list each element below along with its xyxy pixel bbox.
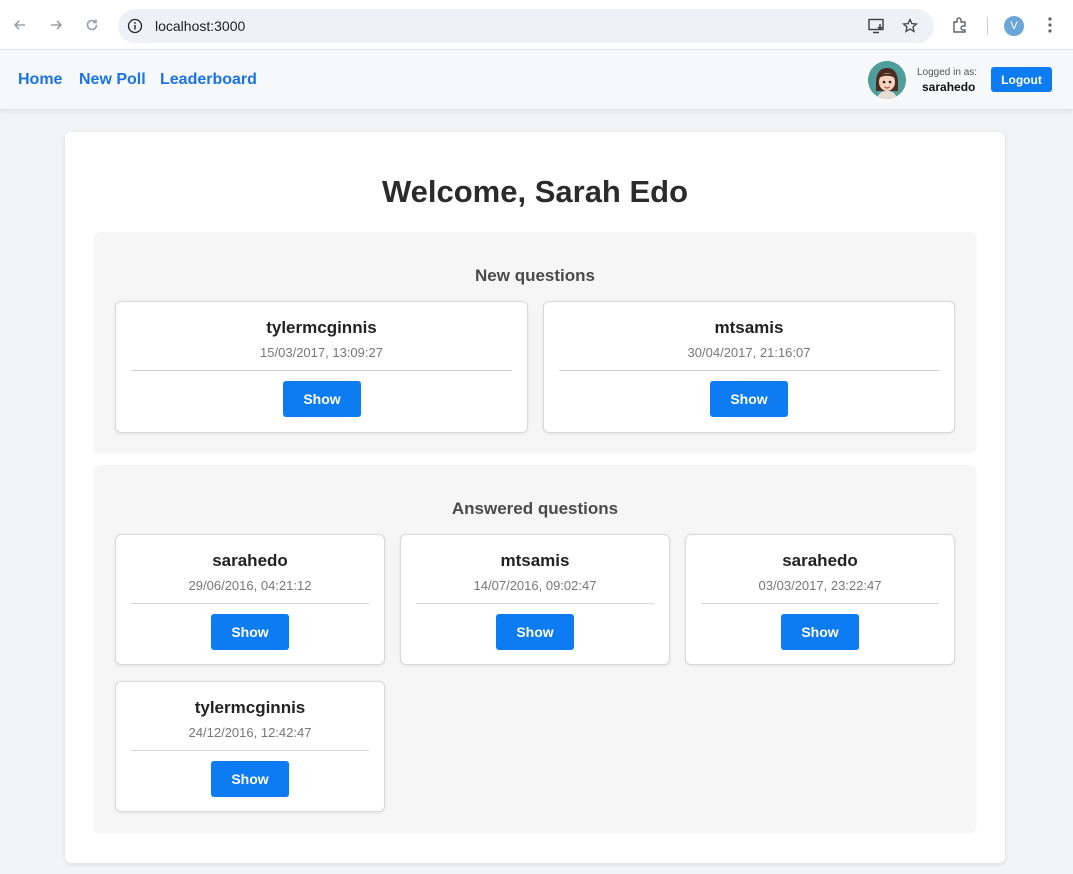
question-author: tylermcginnis bbox=[194, 698, 306, 717]
card-divider bbox=[131, 750, 369, 751]
card-divider bbox=[131, 370, 512, 371]
question-card: tylermcginnis 24/12/2016, 12:42:47 Show bbox=[115, 681, 385, 812]
show-question-button[interactable]: Show bbox=[211, 761, 289, 797]
question-card: tylermcginnis 15/03/2017, 13:09:27 Show bbox=[115, 301, 528, 433]
show-question-button[interactable]: Show bbox=[211, 614, 289, 650]
answered-questions-title: Answered questions bbox=[451, 499, 619, 518]
show-question-button[interactable]: Show bbox=[710, 381, 788, 417]
dashboard-card: Welcome, Sarah Edo New questions tylermc… bbox=[65, 132, 1005, 863]
question-author: mtsamis bbox=[714, 318, 784, 337]
card-divider bbox=[131, 603, 369, 604]
profile-avatar-icon[interactable]: V bbox=[1004, 16, 1024, 36]
new-questions-title: New questions bbox=[475, 266, 595, 285]
question-date: 30/04/2017, 21:16:07 bbox=[687, 345, 811, 360]
user-avatar bbox=[868, 61, 906, 99]
logged-in-label: Logged in as: bbox=[917, 67, 978, 78]
card-divider bbox=[701, 603, 939, 604]
card-divider bbox=[559, 370, 939, 371]
question-author: mtsamis bbox=[500, 551, 570, 570]
nav-new-poll-link[interactable]: New Poll bbox=[79, 71, 146, 89]
back-icon[interactable] bbox=[9, 14, 31, 36]
forward-icon[interactable] bbox=[45, 14, 67, 36]
question-date: 24/12/2016, 12:42:47 bbox=[188, 725, 312, 740]
browser-menu-icon[interactable] bbox=[1040, 15, 1060, 35]
extensions-icon[interactable] bbox=[950, 15, 970, 35]
question-date: 29/06/2016, 04:21:12 bbox=[188, 578, 312, 593]
answered-questions-section: Answered questions sarahedo 29/06/2016, … bbox=[94, 465, 976, 832]
new-questions-section: New questions tylermcginnis 15/03/2017, … bbox=[94, 232, 976, 452]
reload-icon[interactable] bbox=[81, 14, 103, 36]
question-author: tylermcginnis bbox=[266, 318, 377, 337]
bookmark-star-icon[interactable] bbox=[900, 17, 920, 35]
page-title: Welcome, Sarah Edo bbox=[381, 174, 689, 209]
show-question-button[interactable]: Show bbox=[496, 614, 574, 650]
logout-button[interactable]: Logout bbox=[991, 67, 1052, 92]
question-date: 14/07/2016, 09:02:47 bbox=[473, 578, 597, 593]
nav-home-link[interactable]: Home bbox=[18, 71, 62, 89]
card-divider bbox=[416, 603, 654, 604]
app-navbar: Home New Poll Leaderboard Logged in as: … bbox=[0, 50, 1073, 110]
question-card: sarahedo 03/03/2017, 23:22:47 Show bbox=[685, 534, 955, 665]
url-text[interactable]: localhost:3000 bbox=[155, 18, 245, 34]
question-author: sarahedo bbox=[782, 551, 858, 570]
site-info-icon[interactable] bbox=[127, 18, 143, 34]
question-date: 03/03/2017, 23:22:47 bbox=[758, 578, 882, 593]
browser-toolbar: localhost:3000 V bbox=[0, 0, 1073, 50]
question-card: mtsamis 30/04/2017, 21:16:07 Show bbox=[543, 301, 955, 433]
question-date: 15/03/2017, 13:09:27 bbox=[260, 345, 383, 360]
nav-leaderboard-link[interactable]: Leaderboard bbox=[160, 71, 257, 89]
question-card: sarahedo 29/06/2016, 04:21:12 Show bbox=[115, 534, 385, 665]
logged-in-username: sarahedo bbox=[922, 80, 976, 94]
toolbar-divider bbox=[987, 17, 988, 35]
show-question-button[interactable]: Show bbox=[283, 381, 361, 417]
address-bar[interactable]: localhost:3000 bbox=[118, 9, 934, 43]
install-app-icon[interactable] bbox=[867, 17, 887, 35]
question-author: sarahedo bbox=[212, 551, 288, 570]
question-card: mtsamis 14/07/2016, 09:02:47 Show bbox=[400, 534, 670, 665]
show-question-button[interactable]: Show bbox=[781, 614, 859, 650]
